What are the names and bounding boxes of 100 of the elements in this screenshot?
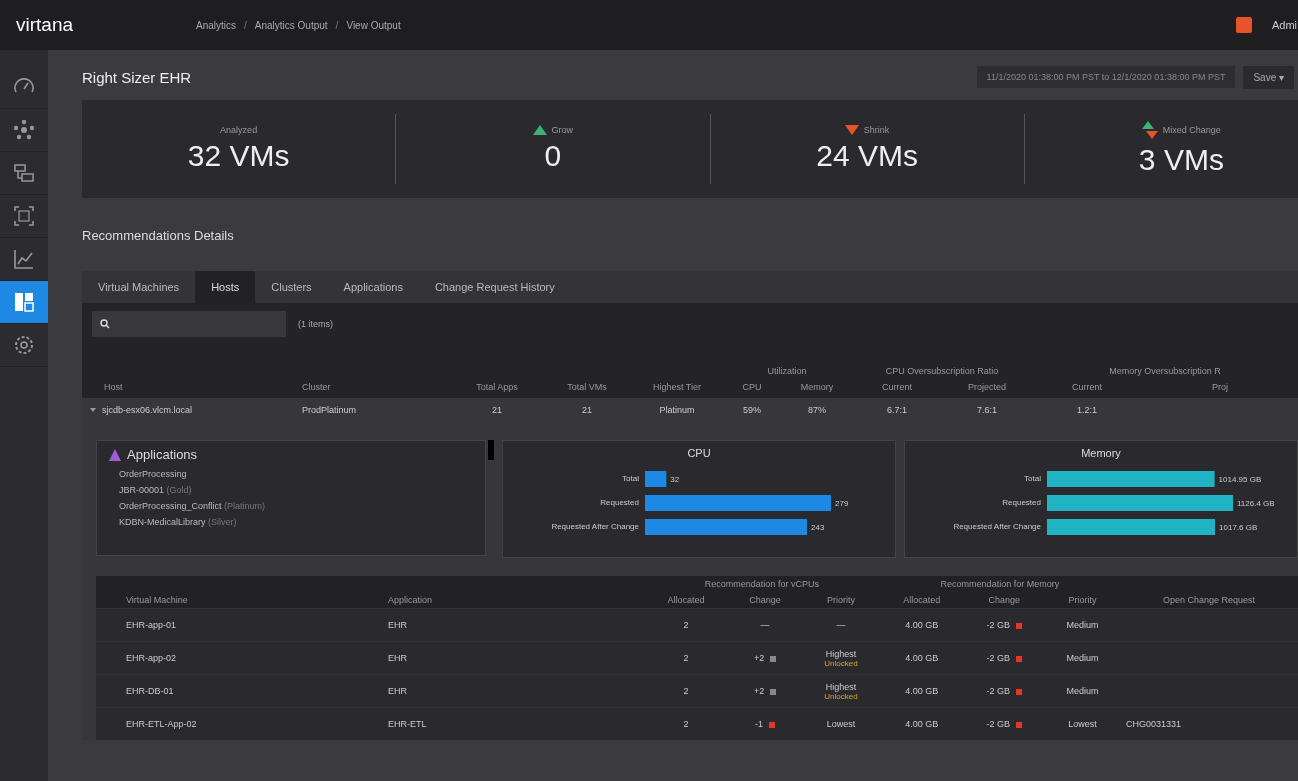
column-header[interactable]: Open Change Request xyxy=(1120,592,1298,609)
increase-marker-icon xyxy=(770,688,777,695)
column-header[interactable]: CPU xyxy=(722,382,782,392)
column-header[interactable]: Host xyxy=(82,382,302,392)
save-button[interactable]: Save ▾ xyxy=(1243,65,1294,89)
column-group-header: Recommendation for vCPUs xyxy=(644,576,880,592)
decrease-marker-icon xyxy=(769,721,775,728)
user-name[interactable]: Admi xyxy=(1271,19,1297,31)
breadcrumb-link[interactable]: Analytics Output xyxy=(254,19,328,31)
tab[interactable]: Hosts xyxy=(195,271,256,303)
category-label: Requested After Change xyxy=(551,522,639,531)
caret-down-icon[interactable] xyxy=(90,407,96,413)
column-header[interactable]: Allocated xyxy=(644,592,728,609)
value-label: 1126.4 GB xyxy=(1237,499,1275,508)
table-row[interactable]: sjcdb-esx06.vlcm.local ProdPlatinum 21 21 Platinum 59% 87% 6.7:1 7.6:1 1.2:1 xyxy=(82,398,1298,422)
table-cell: — xyxy=(760,620,770,630)
table-cell: +2 xyxy=(753,653,765,663)
table-cell: Medium xyxy=(1044,608,1120,642)
column-header[interactable]: Current xyxy=(852,382,942,392)
table-cell: 4.00 GB xyxy=(879,707,964,740)
breadcrumb-link[interactable]: Analytics xyxy=(196,19,236,31)
stat-label: Grow xyxy=(551,125,574,135)
tab[interactable]: Virtual Machines xyxy=(82,271,196,303)
scrollbar[interactable] xyxy=(488,440,494,460)
chart-title: Memory xyxy=(1081,447,1121,459)
applications-icon xyxy=(109,448,121,461)
breadcrumb-link[interactable]: View Output xyxy=(346,19,401,31)
page-title: Right Sizer EHR xyxy=(82,68,193,86)
category-label: Requested After Change xyxy=(953,522,1041,531)
stat-value: 0 xyxy=(544,139,562,173)
tab[interactable]: Applications xyxy=(327,271,419,303)
tab[interactable]: Change Request History xyxy=(418,271,571,303)
category-label: Total xyxy=(1024,474,1041,483)
column-header[interactable]: Proj xyxy=(1142,382,1298,392)
column-header[interactable]: Change xyxy=(727,592,803,609)
column-header[interactable]: Change xyxy=(963,592,1045,609)
column-header[interactable]: Cluster xyxy=(302,382,452,392)
table-cell-text: 87% xyxy=(807,405,827,415)
column-header[interactable]: Highest Tier xyxy=(632,382,722,392)
decrease-marker-icon xyxy=(1015,688,1022,695)
search-field[interactable] xyxy=(92,311,286,337)
gear-icon xyxy=(13,334,35,356)
table-cell-text: 21 xyxy=(491,405,503,415)
stat-value: 3 VMs xyxy=(1138,143,1224,177)
value-label: 243 xyxy=(811,523,825,532)
tab[interactable]: Clusters xyxy=(255,271,328,303)
date-range-field[interactable]: 11/1/2020 01:38:00 PM PST to 12/1/2020 01:38:00 PM PST xyxy=(976,66,1236,88)
column-header[interactable]: Total VMs xyxy=(542,382,632,392)
decrease-marker-icon xyxy=(1015,655,1022,662)
table-cell: sjcdb-esx06.vlcm.local xyxy=(102,405,193,415)
table-cell: Highest xyxy=(825,648,857,659)
table-cell-text: 21 xyxy=(581,405,593,415)
sidebar-item[interactable] xyxy=(0,281,48,324)
table-cell: -2 GB xyxy=(986,653,1010,663)
table-cell: Lowest xyxy=(1044,707,1120,740)
frame-icon xyxy=(13,205,35,227)
category-label: Total xyxy=(622,474,639,483)
application-item: JBR-00001 (Gold) xyxy=(118,484,193,497)
table-cell: EHR-ETL-App-02 xyxy=(96,707,382,740)
table-cell: 2 xyxy=(644,641,728,675)
table-cell: 2 xyxy=(644,674,728,708)
column-header[interactable]: Total Apps xyxy=(452,382,542,392)
up-triangle-icon xyxy=(532,125,547,135)
column-group-header: Recommendation for Memory xyxy=(879,576,1120,592)
stat-label: Mixed Change xyxy=(1162,125,1221,135)
application-item: OrderProcessing_Conflict (Platinum) xyxy=(118,500,267,513)
table-cell-text: ProdPlatinum xyxy=(302,405,358,415)
table-cell: 4.00 GB xyxy=(879,674,964,708)
column-header[interactable]: Current xyxy=(1032,382,1142,392)
chart-title: CPU xyxy=(687,447,711,459)
table-cell-text: 59% xyxy=(742,405,762,415)
value-label: 32 xyxy=(670,475,680,484)
column-header[interactable]: Projected xyxy=(942,382,1032,392)
column-header[interactable]: Priority xyxy=(1044,592,1120,609)
card-title: Applications xyxy=(127,447,198,462)
increase-marker-icon xyxy=(770,655,777,662)
column-header[interactable]: Priority xyxy=(802,592,880,609)
column-header[interactable]: Application xyxy=(382,592,644,609)
notification-icon[interactable] xyxy=(1235,17,1252,33)
table-cell: EHR-app-02 xyxy=(96,641,382,675)
table-cell: EHR xyxy=(382,608,644,642)
stat-value: 24 VMs xyxy=(816,139,918,173)
category-label: Requested xyxy=(600,498,639,507)
table-cell: Medium xyxy=(1044,641,1120,675)
column-header[interactable]: Allocated xyxy=(879,592,964,609)
priority-note: Unlocked xyxy=(823,691,859,701)
table-cell-text: 6.7:1 xyxy=(886,405,908,415)
stat-value: 32 VMs xyxy=(187,139,290,173)
stat-label: Analyzed xyxy=(220,125,258,135)
table-cell: CHG0031331 xyxy=(1126,719,1182,729)
decrease-marker-icon xyxy=(1015,721,1022,728)
application-item: KDBN-MedicalLibrary (Silver) xyxy=(118,516,238,529)
value-label: 1014.95 GB xyxy=(1218,475,1262,484)
table-cell: -2 GB xyxy=(986,620,1010,630)
table-cell: 2 xyxy=(644,608,728,642)
column-header[interactable]: Memory xyxy=(782,382,852,392)
application-item: OrderProcessing xyxy=(118,468,188,481)
table-cell: — xyxy=(836,620,846,630)
column-header[interactable]: Virtual Machine xyxy=(96,592,382,609)
category-label: Requested xyxy=(1002,498,1041,507)
